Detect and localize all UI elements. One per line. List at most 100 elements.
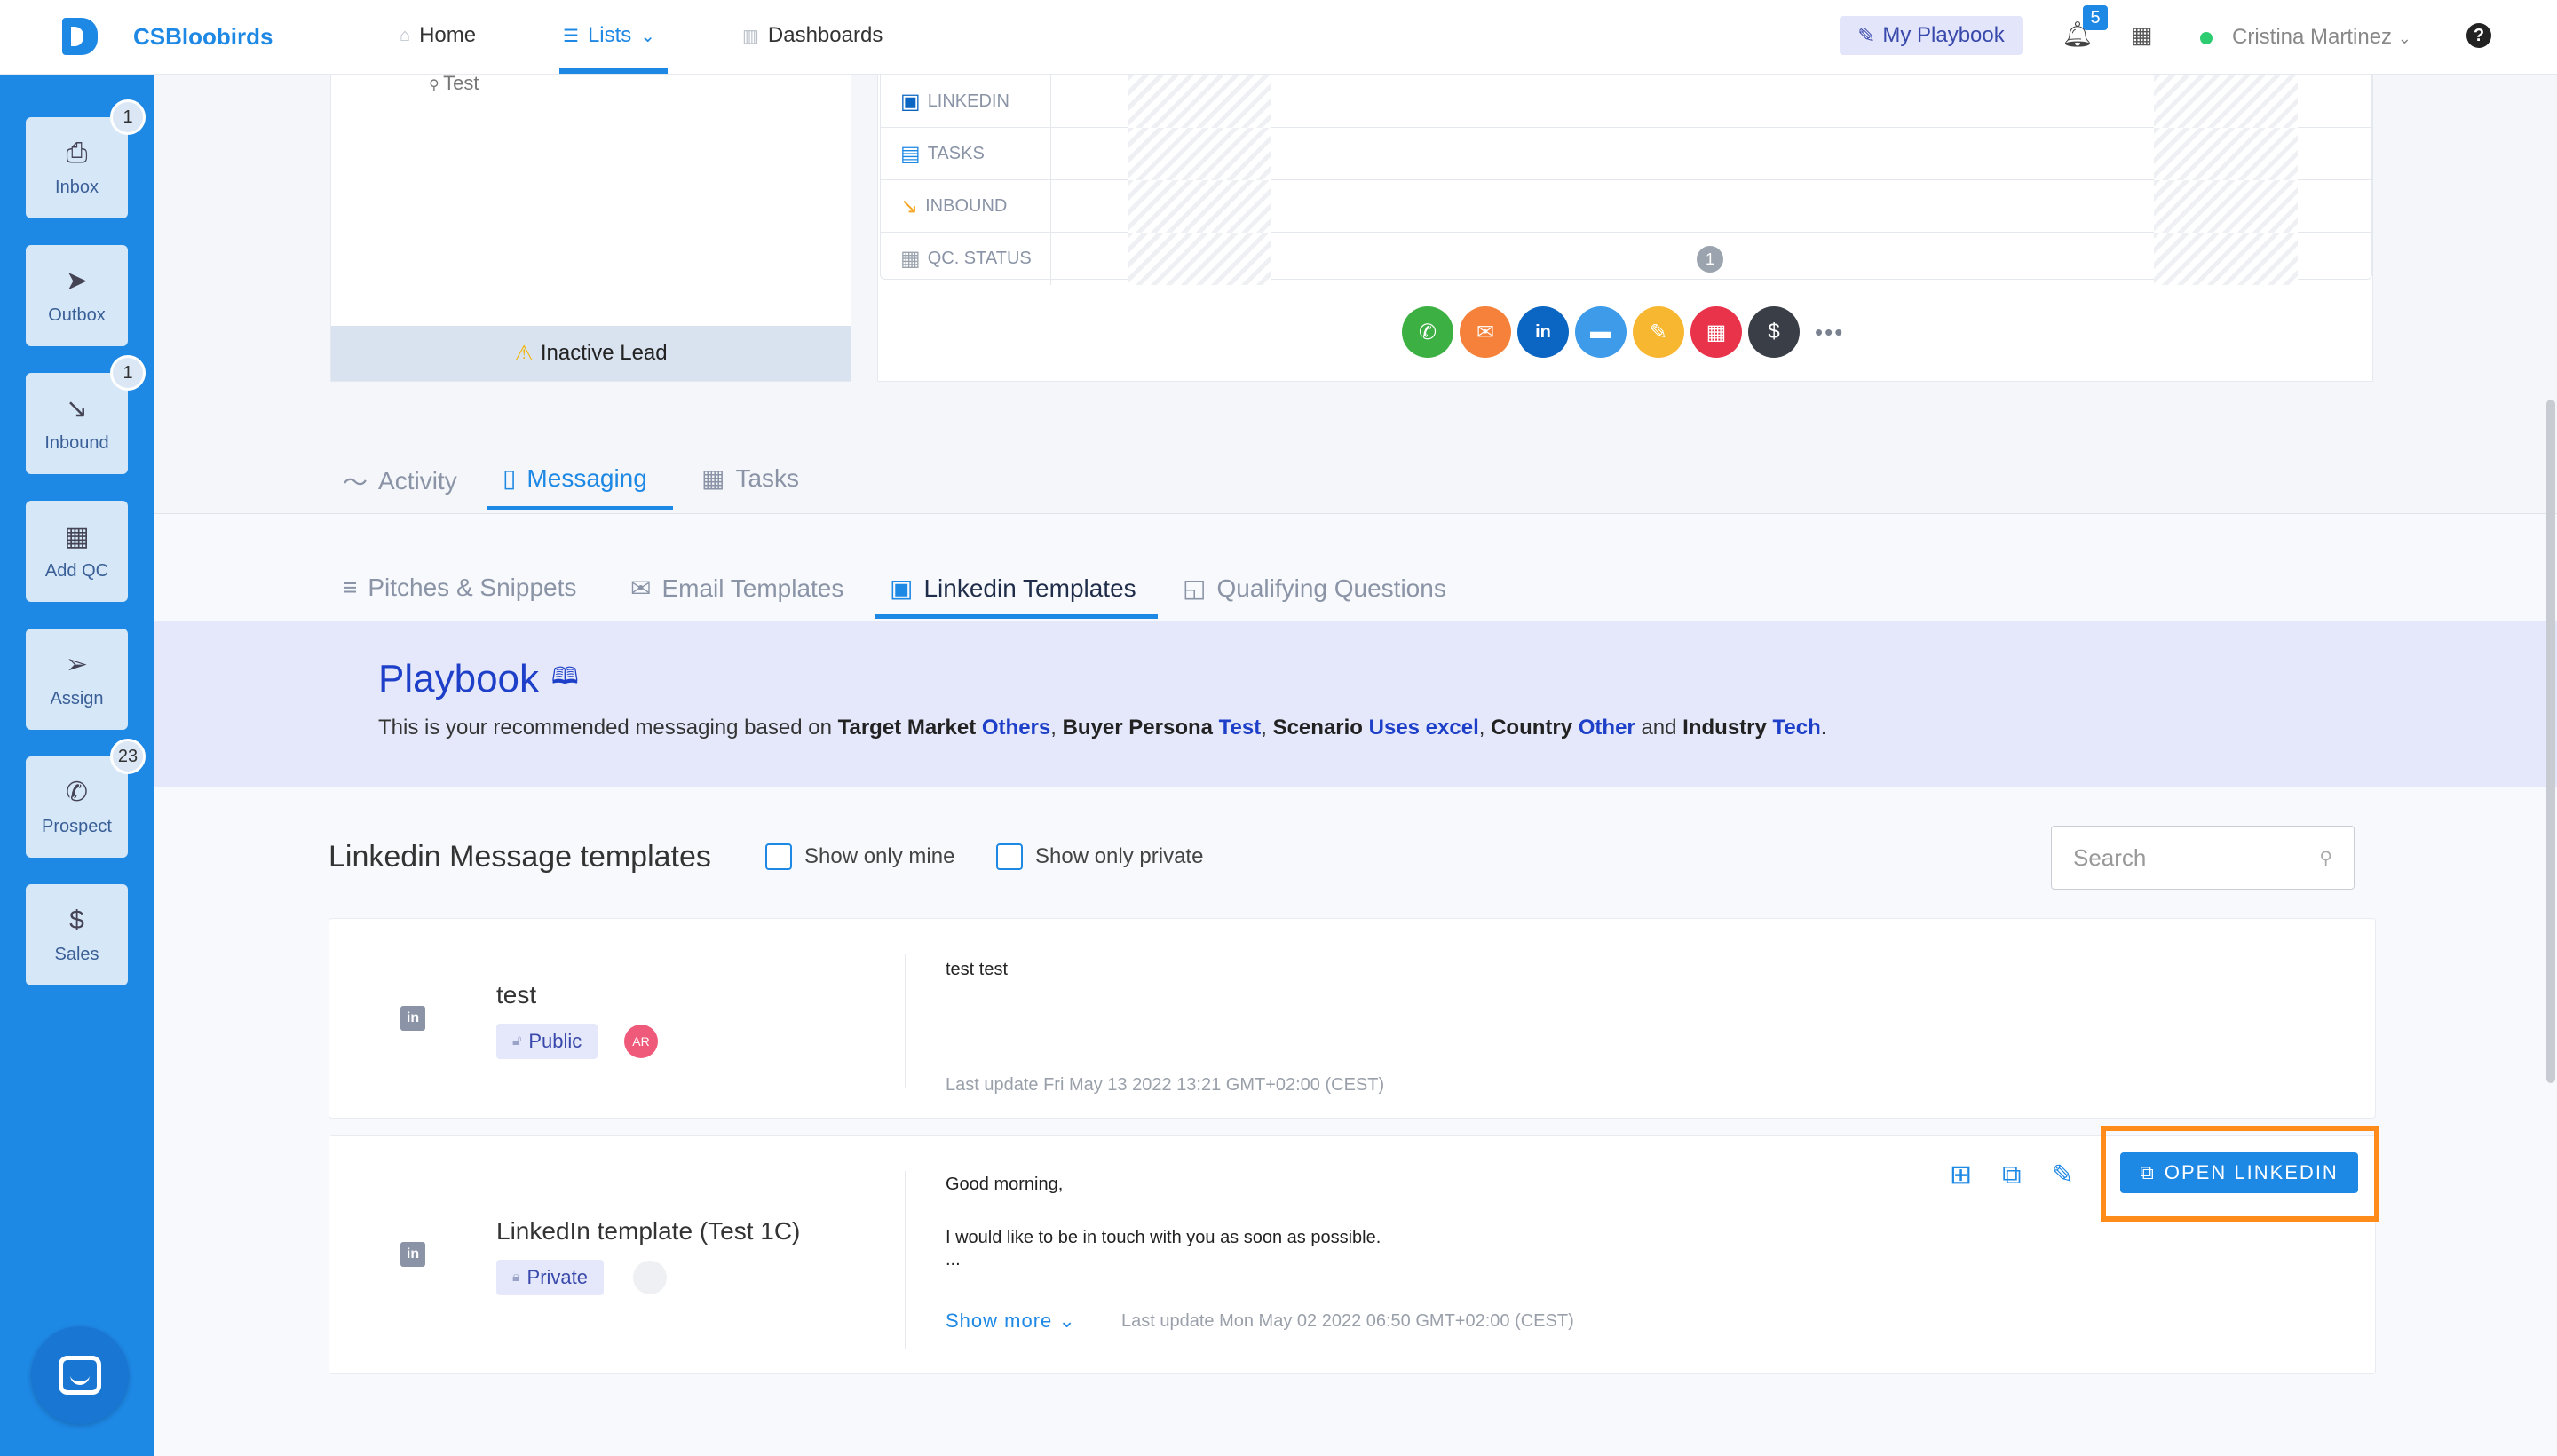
notification-count-badge: 5	[2083, 5, 2108, 30]
sidebar-item-outbox[interactable]: ➤ Outbox	[26, 245, 128, 346]
subtab-label: Email Templates	[661, 574, 844, 602]
sidebar-item-sales[interactable]: $ Sales	[26, 884, 128, 985]
my-playbook-label: My Playbook	[1882, 23, 2005, 47]
phone-icon: ✆	[65, 778, 89, 807]
book-icon: 🕮	[551, 662, 579, 689]
calendar-icon[interactable]: ▦	[2131, 21, 2153, 49]
checkbox-box[interactable]	[996, 843, 1023, 870]
quick-actions: ✆ ✉ in ▬ ✎ ▦ $ •••	[1402, 306, 1844, 358]
calendar-icon: ▦	[701, 464, 725, 492]
mail-icon: ✉	[630, 574, 652, 602]
warning-icon: ⚠	[514, 341, 534, 366]
tasks-icon: ▤	[900, 142, 921, 166]
open-linkedin-label: OPEN LINKEDIN	[2164, 1161, 2339, 1183]
row-label: INBOUND	[925, 196, 1008, 216]
top-nav: CSBloobirds ⌂ Home ☰ Lists ⌄ ▥ Dashboard…	[0, 0, 2557, 75]
sidebar-item-inbound[interactable]: ↘ Inbound 1	[26, 355, 146, 474]
checkbox-box[interactable]	[765, 843, 792, 870]
email-action-icon[interactable]: ✉	[1460, 306, 1511, 358]
template-name: test	[496, 981, 537, 1009]
inbox-icon: ⎙	[66, 138, 88, 168]
subtab-qualifying-questions[interactable]: ◱ Qualifying Questions	[1183, 574, 1446, 603]
chat-question-icon: ◱	[1183, 574, 1207, 602]
timeline-gap	[2154, 75, 2298, 128]
open-linkedin-button[interactable]: ⧉ OPEN LINKEDIN	[2120, 1152, 2358, 1193]
app-name[interactable]: CSBloobirds	[133, 23, 273, 51]
sidebar: ⎙ Inbox 1 ➤ Outbox ↘ Inbound 1 ▦ Add QC …	[0, 75, 154, 1456]
show-more-link[interactable]: Show more ⌄	[946, 1310, 1076, 1333]
subtab-label: Qualifying Questions	[1216, 574, 1446, 602]
nav-active-indicator	[559, 68, 668, 74]
show-only-mine-checkbox[interactable]: Show only mine	[765, 843, 954, 870]
wand-icon: ✎	[1857, 23, 1876, 48]
activity-row-qc-status: ▦ QC. STATUS 1	[881, 233, 2371, 285]
sidebar-item-add-qc[interactable]: ▦ Add QC	[26, 501, 128, 602]
search-input[interactable]: Search ⚲	[2051, 826, 2355, 890]
sidebar-item-assign[interactable]: ➢ Assign	[26, 629, 128, 730]
lead-card: ⚲ Test ⚠ Inactive Lead	[330, 72, 851, 382]
activity-row-linkedin: ▣ LINKEDIN	[881, 75, 2371, 128]
timeline-gap	[1128, 233, 1271, 285]
subtab-pitches[interactable]: ≡ Pitches & Snippets	[343, 574, 576, 602]
nav-dashboards[interactable]: ▥ Dashboards	[742, 23, 883, 48]
checkbox-label: Show only mine	[804, 844, 955, 868]
card-divider	[905, 1171, 906, 1349]
playbook-description: This is your recommended messaging based…	[378, 716, 1827, 740]
external-link-icon: ⧉	[2140, 1161, 2156, 1183]
lines-icon: ≡	[343, 574, 358, 601]
document-icon: ▯	[503, 464, 517, 492]
nav-lists[interactable]: ☰ Lists ⌄	[563, 23, 655, 48]
qc-status-count[interactable]: 1	[1697, 246, 1723, 273]
copy-icon[interactable]: ⧉	[2002, 1160, 2021, 1191]
user-menu[interactable]: Cristina Martinez ⌄	[2232, 25, 2411, 50]
help-icon[interactable]: ?	[2466, 23, 2491, 48]
timeline-gap	[2154, 233, 2298, 285]
meeting-action-icon[interactable]: ▦	[1690, 306, 1742, 358]
tab-messaging[interactable]: ▯ Messaging	[503, 463, 647, 493]
timeline-gap	[1128, 128, 1271, 180]
timeline-gap	[1128, 75, 1271, 128]
show-only-private-checkbox[interactable]: Show only private	[996, 843, 1203, 870]
template-card[interactable]: in test 🔓︎ Public AR test test Last upda…	[329, 918, 2376, 1119]
sidebar-item-prospect[interactable]: ✆ Prospect 23	[26, 739, 146, 858]
templates-title: Linkedin Message templates	[329, 840, 711, 874]
pulse-icon: 〜	[343, 469, 368, 496]
tab-label: Tasks	[735, 463, 800, 492]
prospect-count-badge: 23	[110, 739, 146, 774]
sidebar-item-inbox[interactable]: ⎙ Inbox 1	[26, 99, 146, 218]
nav-home[interactable]: ⌂ Home	[400, 23, 476, 48]
chevron-down-icon: ⌄	[1058, 1310, 1076, 1332]
sales-action-icon[interactable]: $	[1748, 306, 1800, 358]
my-playbook-button[interactable]: ✎ My Playbook	[1840, 16, 2023, 55]
chevron-down-icon: ⌄	[640, 26, 656, 46]
page-scrollbar[interactable]	[2546, 400, 2555, 1083]
person-icon: ⚲	[429, 78, 444, 93]
note-action-icon[interactable]: ✎	[1633, 306, 1684, 358]
logo-icon[interactable]	[62, 18, 98, 55]
task-action-icon[interactable]: ▬	[1575, 306, 1627, 358]
activity-summary-card: ▣ LINKEDIN ▤ TASKS ↘ INBOUND ▦ QC. STATU…	[877, 75, 2373, 382]
nav-lists-label: Lists	[587, 23, 632, 47]
send-icon: ➢	[65, 650, 89, 679]
insert-template-icon[interactable]: ⊞	[1950, 1159, 1972, 1191]
sidebar-item-label: Assign	[50, 689, 104, 708]
visibility-badge: 🔒︎ Private	[496, 1260, 604, 1295]
inbox-count-badge: 1	[110, 99, 146, 135]
call-action-icon[interactable]: ✆	[1402, 306, 1453, 358]
arrow-down-right-icon: ↘	[65, 394, 89, 423]
activity-row-inbound: ↘ INBOUND	[881, 180, 2371, 233]
tab-tasks[interactable]: ▦ Tasks	[701, 463, 799, 493]
linkedin-icon: ▣	[900, 90, 921, 114]
sidebar-item-label: Outbox	[48, 305, 106, 325]
nav-dashboards-label: Dashboards	[767, 23, 883, 47]
more-icon[interactable]: •••	[1815, 319, 1844, 346]
linkedin-action-icon[interactable]: in	[1517, 306, 1569, 358]
subtab-email-templates[interactable]: ✉ Email Templates	[630, 574, 843, 603]
chat-launcher-button[interactable]	[31, 1326, 129, 1424]
subtab-linkedin-templates[interactable]: ▣ Linkedin Templates	[890, 574, 1136, 603]
sidebar-item-label: Inbox	[55, 177, 99, 197]
tab-activity[interactable]: 〜 Activity	[343, 463, 457, 499]
edit-icon[interactable]: ✎	[2052, 1159, 2074, 1191]
checkbox-label: Show only private	[1035, 844, 1204, 868]
search-icon: ⚲	[2319, 848, 2332, 868]
